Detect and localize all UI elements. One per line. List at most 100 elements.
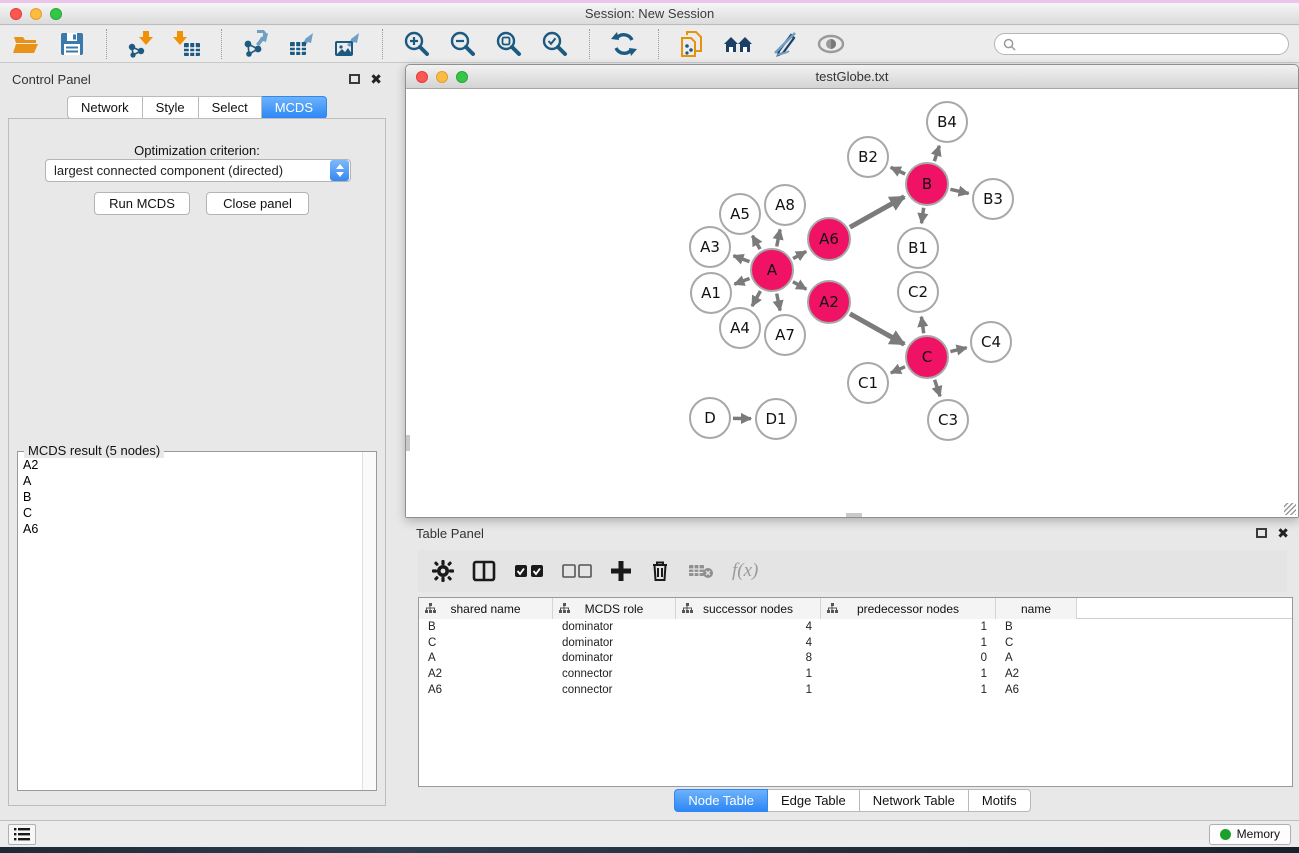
search-input[interactable] — [1021, 37, 1280, 51]
graph-node-A3[interactable]: A3 — [690, 227, 730, 267]
column-header-name[interactable]: name — [996, 598, 1077, 619]
select-all-checkboxes-icon[interactable] — [514, 563, 544, 579]
new-session-from-selection-icon[interactable] — [677, 29, 709, 59]
graph-node-B1[interactable]: B1 — [898, 228, 938, 268]
table-cell[interactable]: 8 — [676, 652, 821, 664]
table-row[interactable]: Cdominator41C — [419, 635, 1292, 651]
mcds-result-item[interactable]: B — [23, 489, 361, 505]
graph-node-A6[interactable]: A6 — [808, 218, 850, 260]
table-cell[interactable]: 1 — [821, 684, 996, 696]
graph-node-C4[interactable]: C4 — [971, 322, 1011, 362]
run-mcds-button[interactable]: Run MCDS — [94, 192, 190, 215]
graph-edge-C-C1[interactable] — [891, 367, 905, 373]
home-icon[interactable] — [723, 29, 755, 59]
table-cell[interactable]: dominator — [553, 637, 676, 649]
open-file-icon[interactable] — [10, 29, 42, 59]
mcds-result-item[interactable]: A6 — [23, 521, 361, 537]
graph-edge-B-B4[interactable] — [934, 146, 939, 161]
delete-column-trash-icon[interactable] — [650, 560, 670, 582]
graph-node-D1[interactable]: D1 — [756, 399, 796, 439]
graph-node-A5[interactable]: A5 — [720, 194, 760, 234]
graph-edge-A-A6[interactable] — [793, 251, 806, 258]
table-cell[interactable]: 4 — [676, 637, 821, 649]
tab-style[interactable]: Style — [143, 96, 199, 119]
delete-table-icon[interactable] — [688, 562, 714, 580]
tab-node-table[interactable]: Node Table — [674, 789, 768, 812]
hide-annotations-icon[interactable] — [769, 29, 801, 59]
table-cell[interactable]: C — [419, 637, 553, 649]
export-table-icon[interactable] — [286, 29, 318, 59]
graph-node-A7[interactable]: A7 — [765, 315, 805, 355]
graph-edge-A-A3[interactable] — [733, 256, 749, 262]
table-cell[interactable]: B — [419, 621, 553, 633]
zoom-network-window-button[interactable] — [456, 71, 468, 83]
graph-node-A[interactable]: A — [751, 249, 793, 291]
memory-button[interactable]: Memory — [1209, 824, 1291, 845]
function-builder-icon[interactable]: f(x) — [732, 560, 758, 582]
graph-node-A2[interactable]: A2 — [808, 281, 850, 323]
graph-edge-C-C2[interactable] — [921, 317, 923, 333]
graph-edge-A-A8[interactable] — [777, 230, 780, 247]
table-cell[interactable]: A2 — [419, 668, 553, 680]
show-graphics-details-icon[interactable] — [815, 29, 847, 59]
table-cell[interactable]: A — [996, 652, 1077, 664]
graph-node-A4[interactable]: A4 — [720, 308, 760, 348]
tab-mcds[interactable]: MCDS — [262, 96, 327, 119]
graph-node-B2[interactable]: B2 — [848, 137, 888, 177]
graph-node-A1[interactable]: A1 — [691, 273, 731, 313]
table-cell[interactable]: dominator — [553, 652, 676, 664]
graph-edge-B-B2[interactable] — [891, 167, 905, 174]
table-cell[interactable]: 1 — [821, 621, 996, 633]
graph-edge-A-A4[interactable] — [752, 291, 760, 306]
window-resize-grip[interactable] — [1284, 503, 1296, 515]
save-session-icon[interactable] — [56, 29, 88, 59]
graph-edge-A6-B[interactable] — [850, 197, 904, 228]
table-row[interactable]: A2connector11A2 — [419, 666, 1292, 682]
table-cell[interactable]: 0 — [821, 652, 996, 664]
graph-node-C3[interactable]: C3 — [928, 400, 968, 440]
tab-select[interactable]: Select — [199, 96, 262, 119]
table-row[interactable]: A6connector11A6 — [419, 682, 1292, 698]
float-panel-icon[interactable] — [349, 74, 360, 84]
table-cell[interactable]: dominator — [553, 621, 676, 633]
mcds-result-item[interactable]: A — [23, 473, 361, 489]
table-row[interactable]: Adominator80A — [419, 651, 1292, 667]
close-network-window-button[interactable] — [416, 71, 428, 83]
export-image-icon[interactable] — [332, 29, 364, 59]
network-canvas[interactable]: B4B2BB3A5A8A6A3B1AC2A1A2A4A7C4CC1C3DD1 — [406, 89, 1298, 517]
tab-network[interactable]: Network — [67, 96, 143, 119]
table-cell[interactable]: connector — [553, 684, 676, 696]
tab-network-table[interactable]: Network Table — [860, 789, 969, 812]
mcds-result-item[interactable]: C — [23, 505, 361, 521]
tab-motifs[interactable]: Motifs — [969, 789, 1031, 812]
close-panel-button[interactable]: Close panel — [206, 192, 309, 215]
graph-edge-B-B3[interactable] — [950, 189, 968, 193]
table-cell[interactable]: 1 — [676, 684, 821, 696]
table-cell[interactable]: 1 — [676, 668, 821, 680]
graph-edge-B-B1[interactable] — [921, 208, 923, 223]
column-header-MCDS-role[interactable]: MCDS role — [553, 598, 676, 619]
add-column-icon[interactable] — [610, 560, 632, 582]
graph-node-B[interactable]: B — [906, 163, 948, 205]
zoom-fit-icon[interactable] — [493, 29, 525, 59]
graph-node-B4[interactable]: B4 — [927, 102, 967, 142]
show-column-icon[interactable] — [472, 560, 496, 582]
table-cell[interactable]: A6 — [996, 684, 1077, 696]
graph-node-C[interactable]: C — [906, 336, 948, 378]
canvas-bottom-grip[interactable] — [846, 513, 862, 517]
mcds-result-scrollbar[interactable] — [362, 452, 376, 790]
graph-edge-A-A5[interactable] — [752, 236, 760, 249]
zoom-out-icon[interactable] — [447, 29, 479, 59]
tab-edge-table[interactable]: Edge Table — [768, 789, 860, 812]
graph-node-C1[interactable]: C1 — [848, 363, 888, 403]
minimize-network-window-button[interactable] — [436, 71, 448, 83]
import-table-icon[interactable] — [171, 29, 203, 59]
column-header-predecessor-nodes[interactable]: predecessor nodes — [821, 598, 996, 619]
canvas-left-grip[interactable] — [406, 435, 410, 451]
graph-node-B3[interactable]: B3 — [973, 179, 1013, 219]
minimize-window-button[interactable] — [30, 8, 42, 20]
graph-edge-C-C3[interactable] — [935, 380, 941, 397]
float-panel-icon[interactable] — [1256, 528, 1267, 538]
zoom-window-button[interactable] — [50, 8, 62, 20]
table-cell[interactable]: B — [996, 621, 1077, 633]
